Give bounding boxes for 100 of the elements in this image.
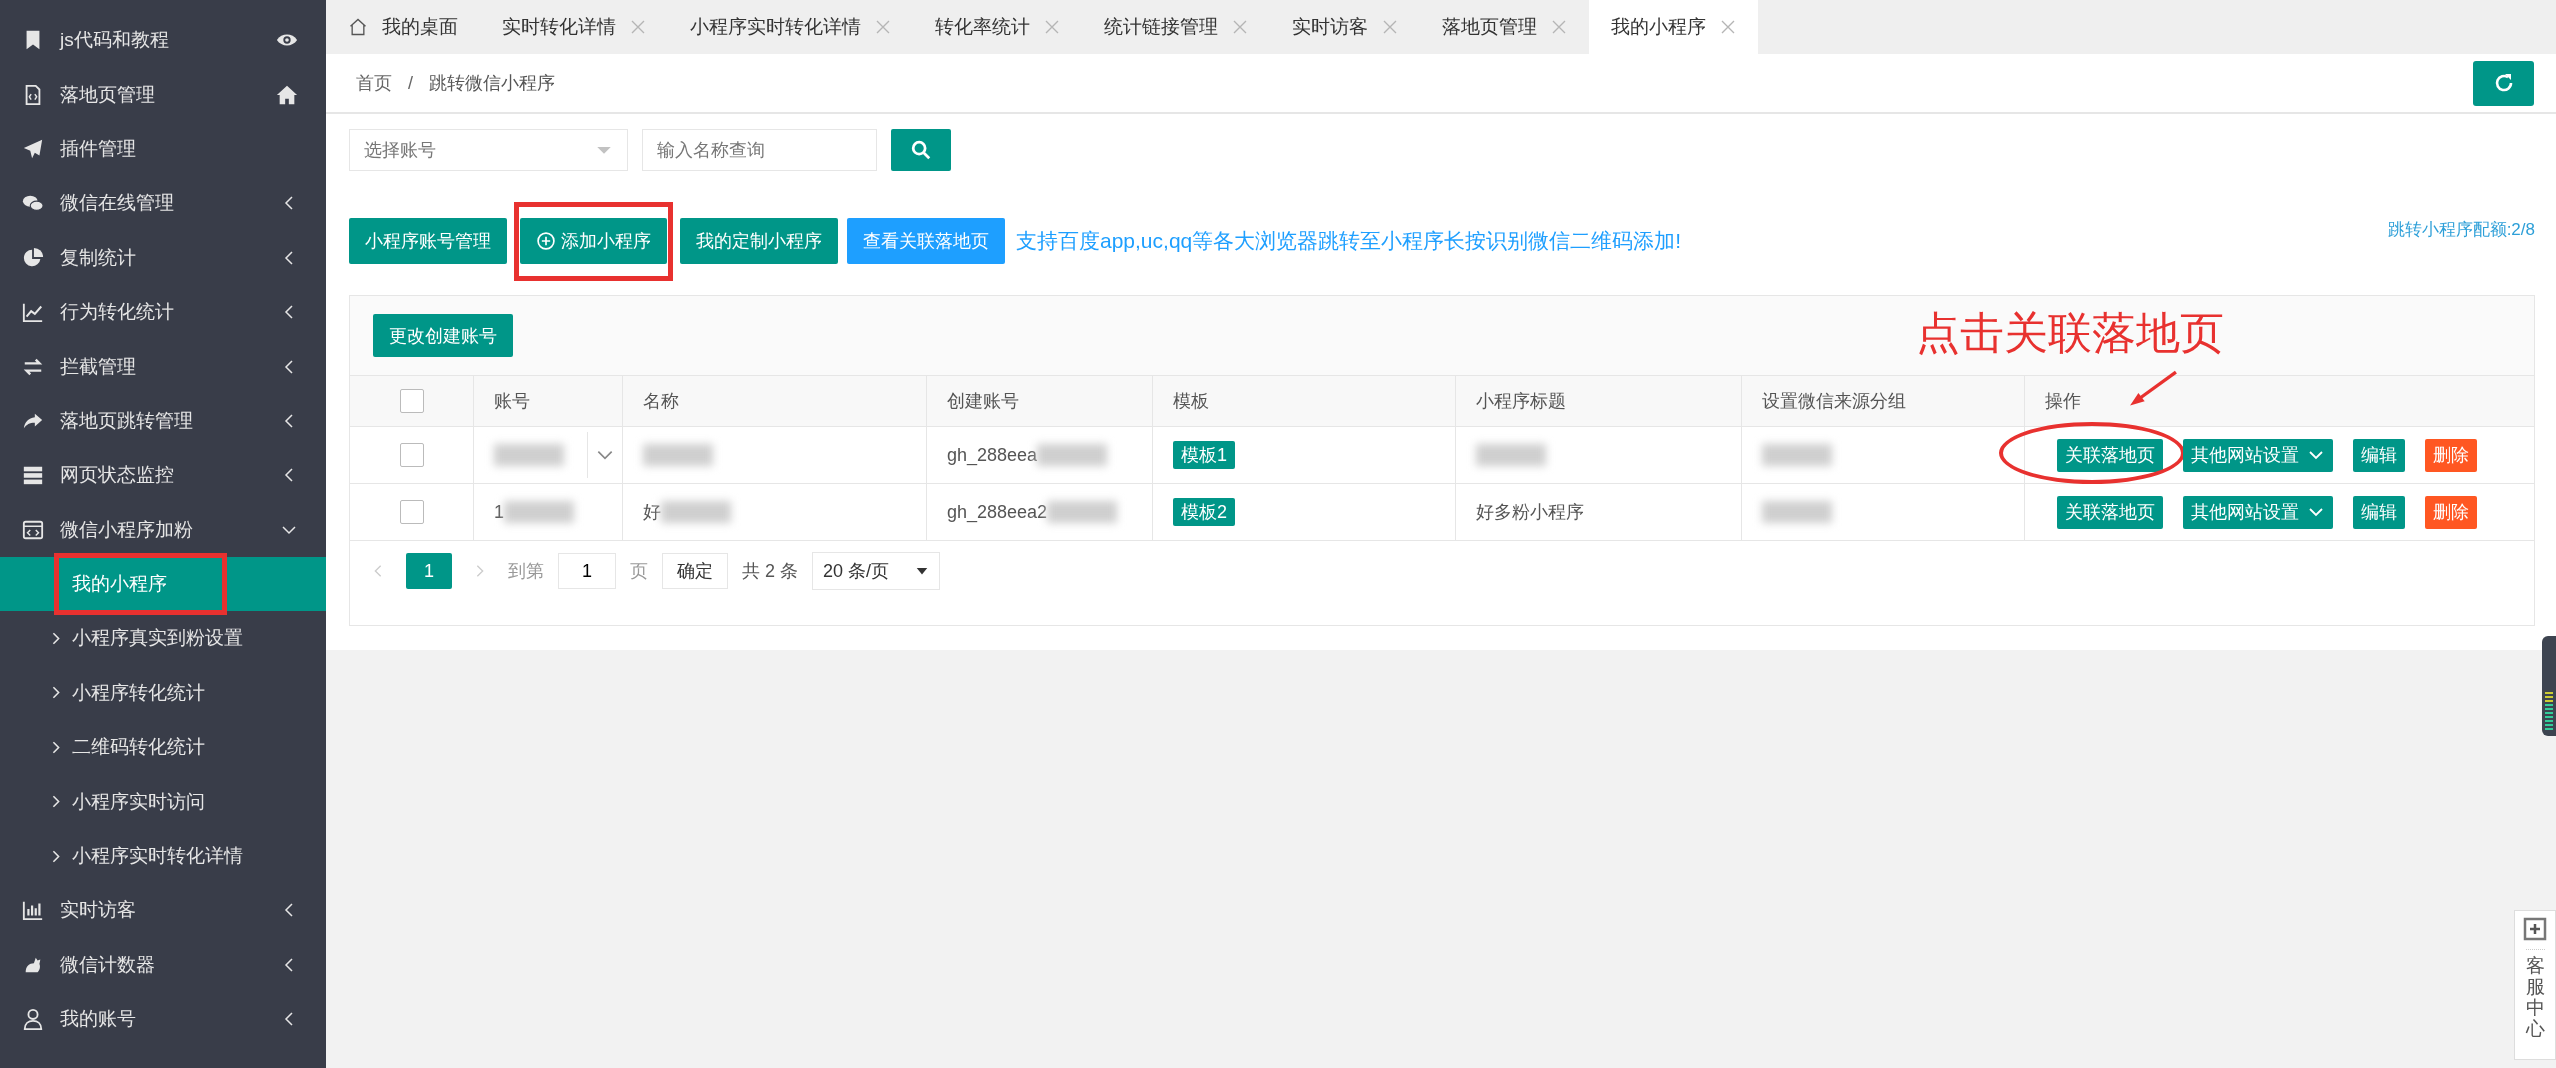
template-tag: 模板1: [1173, 441, 1235, 469]
column-header: 操作: [2045, 391, 2081, 411]
column-header: 模板: [1173, 391, 1209, 411]
chevron-right-icon: [52, 686, 60, 700]
line-chart-icon: [22, 301, 44, 324]
chevron-right-icon: [52, 849, 60, 863]
sidebar-menu-item[interactable]: 网页状态监控: [0, 448, 326, 503]
close-icon[interactable]: [1382, 19, 1398, 35]
page-unit-label: 页: [630, 560, 648, 583]
tab[interactable]: 统计链接管理: [1082, 0, 1270, 54]
close-icon[interactable]: [1232, 19, 1248, 35]
row-action-button[interactable]: 编辑: [2353, 438, 2405, 472]
sidebar-menu-item[interactable]: 拦截管理: [0, 339, 326, 394]
close-icon[interactable]: [1551, 19, 1567, 35]
tab[interactable]: 转化率统计: [913, 0, 1082, 54]
search-icon: [910, 139, 932, 161]
quota-text: 跳转小程序配额:2/8: [2387, 219, 2535, 241]
sidebar-menu-item[interactable]: 落地页管理: [0, 67, 326, 122]
tab-label: 实时访客: [1292, 15, 1368, 39]
close-icon[interactable]: [875, 19, 891, 35]
checkbox[interactable]: [399, 389, 424, 413]
action-button[interactable]: 我的定制小程序: [680, 218, 838, 264]
goto-label: 到第: [508, 560, 544, 583]
sidebar-menu-item[interactable]: 落地页跳转管理: [0, 393, 326, 449]
breadcrumb-link[interactable]: 首页: [356, 71, 392, 95]
sidebar-submenu-item[interactable]: 二维码转化统计: [0, 720, 326, 775]
breadcrumb-separator: /: [408, 72, 413, 94]
tab-label: 我的桌面: [382, 15, 458, 39]
service-label: 客服中心: [2525, 949, 2545, 1040]
tab[interactable]: 实时转化详情: [480, 0, 668, 54]
tab-label: 小程序实时转化详情: [690, 15, 861, 39]
total-count: 共 2 条: [742, 560, 798, 583]
sidebar-menu-item[interactable]: js代码和教程: [0, 13, 326, 68]
search-field[interactable]: 输入名称查询: [642, 129, 877, 171]
column-header: 账号: [494, 391, 530, 411]
sidebar-menu-item[interactable]: 微信在线管理: [0, 176, 326, 231]
sidebar-submenu-item[interactable]: 小程序真实到粉设置: [0, 611, 326, 666]
search-button[interactable]: [891, 129, 951, 171]
confirm-button[interactable]: 确定: [662, 553, 728, 589]
sidebar-menu-item[interactable]: 实时访客: [0, 883, 326, 938]
paper-plane-icon: [22, 137, 44, 160]
chevron-right-icon: [52, 632, 60, 645]
checkbox[interactable]: [399, 443, 424, 467]
page-size-select[interactable]: 20 条/页: [812, 552, 941, 590]
sidebar-menu-item[interactable]: 行为转化统计: [0, 284, 326, 340]
tab[interactable]: 小程序实时转化详情: [668, 0, 913, 54]
close-icon[interactable]: [630, 19, 646, 35]
sidebar-submenu-item[interactable]: 我的小程序: [0, 556, 326, 612]
page-button[interactable]: 1: [406, 553, 452, 589]
page-number-field[interactable]: 1: [558, 553, 616, 589]
account-id-cell: gh_288eea2: [947, 501, 1048, 523]
tab-label: 统计链接管理: [1104, 15, 1218, 39]
sidebar-menu-item[interactable]: 插件管理: [0, 121, 326, 177]
row-action-button[interactable]: 关联落地页: [2057, 438, 2163, 472]
sidebar-submenu-item[interactable]: 小程序实时转化详情: [0, 828, 326, 884]
sidebar-menu-item[interactable]: 微信计数器: [0, 937, 326, 993]
tab[interactable]: 实时访客: [1270, 0, 1420, 54]
account-cell: 1: [494, 501, 504, 523]
tab-label: 落地页管理: [1442, 15, 1537, 39]
checkbox[interactable]: [399, 500, 424, 524]
customer-service-panel[interactable]: 客服中心: [2514, 910, 2556, 1060]
sidebar-menu-item[interactable]: 复制统计: [0, 230, 326, 285]
close-icon[interactable]: [1044, 19, 1060, 35]
name-cell-text: 好: [643, 501, 661, 524]
column-header: 名称: [643, 391, 679, 411]
plus-circle-icon: [536, 231, 556, 251]
tab-label: 我的小程序: [1611, 15, 1706, 39]
title-cell-text: 好多粉小程序: [1476, 501, 1584, 524]
home-icon: [348, 17, 368, 37]
chevron-right-icon: [52, 795, 60, 809]
tab-label: 转化率统计: [935, 15, 1030, 39]
sidebar-menu-item[interactable]: 微信小程序加粉: [0, 502, 326, 557]
sidebar-menu-item[interactable]: 我的账号: [0, 992, 326, 1047]
home-icon: [276, 83, 298, 106]
action-button[interactable]: 小程序账号管理: [349, 218, 507, 264]
row-action-button[interactable]: 编辑: [2353, 495, 2405, 529]
tab[interactable]: 落地页管理: [1420, 0, 1589, 54]
sidebar-submenu-item[interactable]: 小程序实时访问: [0, 774, 326, 829]
server-list-icon: [22, 464, 44, 487]
tab[interactable]: 我的桌面: [326, 0, 480, 54]
column-header: 小程序标题: [1476, 391, 1566, 411]
column-header: 设置微信来源分组: [1762, 391, 1906, 411]
sidebar-submenu-item[interactable]: 小程序转化统计: [0, 665, 326, 721]
chevron-right-icon: [52, 740, 60, 754]
row-action-button[interactable]: 关联落地页: [2057, 495, 2163, 529]
breadcrumb-link[interactable]: 跳转微信小程序: [429, 71, 555, 95]
add-button[interactable]: 添加小程序: [520, 218, 667, 264]
change-account-button[interactable]: 更改创建账号: [373, 314, 513, 357]
tab-label: 实时转化详情: [502, 15, 616, 39]
tab[interactable]: 我的小程序: [1589, 0, 1758, 54]
account-id-cell: gh_288eea: [947, 444, 1038, 466]
close-icon[interactable]: [1720, 19, 1736, 35]
account-select[interactable]: 选择账号: [349, 129, 628, 171]
user-icon: [22, 1008, 44, 1031]
window-code-icon: [22, 518, 44, 541]
refresh-button[interactable]: [2473, 60, 2534, 106]
row-action-button[interactable]: 其他网站设置: [2183, 495, 2333, 529]
notice-text: 支持百度app,uc,qq等各大浏览器跳转至小程序长按识别微信二维码添加!: [1016, 228, 1682, 254]
row-action-button[interactable]: 其他网站设置: [2183, 438, 2333, 472]
annotation-text: 点击关联落地页: [1916, 307, 2224, 359]
